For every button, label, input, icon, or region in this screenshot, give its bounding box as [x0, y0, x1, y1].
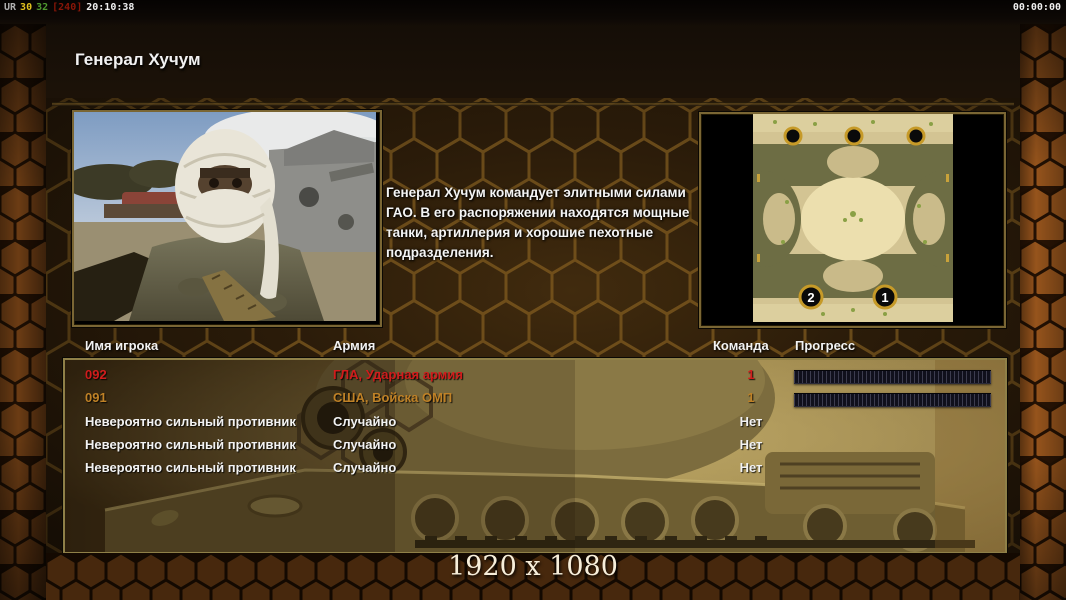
portrait-image	[74, 112, 376, 321]
svg-text:2: 2	[807, 290, 814, 305]
player-name: 091	[85, 390, 107, 405]
svg-text:1: 1	[881, 290, 888, 305]
start-position-marker: 1	[872, 284, 897, 310]
general-portrait	[72, 110, 382, 327]
table-row: Невероятно сильный противник Случайно Нет	[65, 414, 1005, 434]
general-description: Генерал Хучум командует элитными силами …	[386, 185, 690, 260]
debug-label: UR	[4, 2, 17, 13]
debug-value3: [240]	[52, 2, 83, 13]
load-progress-bar	[794, 393, 991, 407]
player-name: Невероятно сильный противник	[85, 414, 296, 429]
table-row: 091 США, Войска ОМП 1	[65, 390, 1005, 410]
player-name: Невероятно сильный противник	[85, 437, 296, 452]
player-army: ГЛА, Ударная армия	[333, 367, 463, 382]
frame-right-hex-strip	[1020, 24, 1066, 600]
player-team: 1	[747, 367, 755, 382]
player-army: США, Войска ОМП	[333, 390, 453, 405]
player-team: Нет	[739, 437, 763, 452]
top-status-bar: UR 30 32 [240] 20:10:38 00:00:00	[0, 0, 1066, 26]
debug-value2: 32	[36, 2, 49, 13]
map-image: 2 1	[752, 114, 953, 322]
map-preview: 2 1	[699, 112, 1006, 328]
player-list-panel: 092 ГЛА, Ударная армия 1 091 США, Войска ОМП…	[62, 357, 1008, 555]
debug-readout: UR 30 32 [240] 20:10:38	[4, 2, 138, 13]
debug-fps: 30	[20, 2, 33, 13]
resolution-label: 1920 x 1080	[448, 551, 618, 582]
player-army: Случайно	[333, 437, 397, 452]
match-timer: 00:00:00	[1012, 2, 1061, 13]
column-header-team: Команда	[713, 338, 769, 353]
debug-clock: 20:10:38	[86, 2, 135, 13]
page-title: Генерал Хучум	[75, 50, 201, 69]
column-header-player-name: Имя игрока	[85, 338, 159, 353]
player-army: Случайно	[333, 414, 397, 429]
table-row: 092 ГЛА, Ударная армия 1	[65, 367, 1005, 387]
load-progress-bar	[794, 370, 991, 384]
player-team: 1	[747, 390, 755, 405]
player-name: 092	[85, 367, 107, 382]
table-row: Невероятно сильный противник Случайно Нет	[65, 460, 1005, 480]
loading-screen: UR 30 32 [240] 20:10:38 00:00:00 Генерал…	[0, 0, 1066, 600]
player-team: Нет	[739, 460, 763, 475]
title-divider	[52, 102, 1014, 106]
player-team: Нет	[739, 414, 763, 429]
start-position-marker: 2	[798, 284, 823, 310]
player-name: Невероятно сильный противник	[85, 460, 296, 475]
player-army: Случайно	[333, 460, 397, 475]
frame-left-hex-strip	[0, 24, 46, 600]
table-row: Невероятно сильный противник Случайно Нет	[65, 437, 1005, 457]
column-header-progress: Прогресс	[795, 338, 856, 353]
column-header-army: Армия	[333, 338, 376, 353]
